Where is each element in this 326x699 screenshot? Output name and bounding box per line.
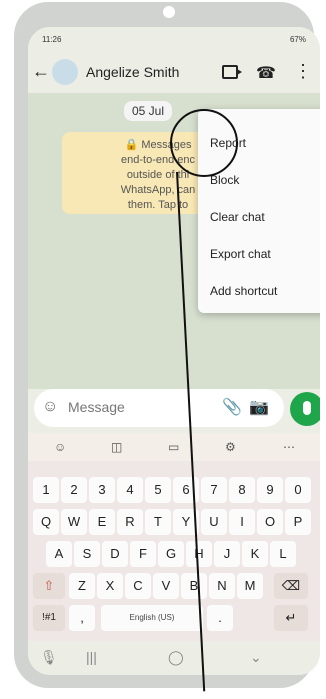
key-w[interactable]: W [61, 509, 87, 535]
emoji-icon[interactable]: ☺ [42, 398, 58, 416]
home-icon[interactable]: ◯ [168, 649, 184, 666]
key-r[interactable]: R [117, 509, 143, 535]
key-5[interactable]: 5 [145, 477, 171, 503]
key-x[interactable]: X [97, 573, 123, 599]
enter-key[interactable]: ↵ [274, 605, 308, 631]
message-placeholder[interactable]: Message [68, 399, 125, 415]
chat-header: ← Angelize Smith ☎ ⋮ [28, 51, 320, 93]
keyboard-sticker-icon[interactable]: ◫ [111, 440, 122, 454]
key-b[interactable]: B [181, 573, 207, 599]
phone-icon[interactable]: ☎ [256, 63, 276, 83]
key-9[interactable]: 9 [257, 477, 283, 503]
mic-button[interactable] [290, 392, 320, 426]
symbols-key[interactable]: !#1 [33, 605, 65, 631]
key-t[interactable]: T [145, 509, 171, 535]
key-8[interactable]: 8 [229, 477, 255, 503]
comma-key[interactable]: , [69, 605, 95, 631]
menu-add-shortcut[interactable]: Add shortcut [210, 284, 277, 298]
key-e[interactable]: E [89, 509, 115, 535]
key-k[interactable]: K [242, 541, 268, 567]
keyboard: 1 2 3 4 5 6 7 8 9 0 Q W E R T Y U I O P … [28, 461, 320, 641]
key-n[interactable]: N [209, 573, 235, 599]
key-d[interactable]: D [102, 541, 128, 567]
contact-name[interactable]: Angelize Smith [86, 64, 179, 80]
menu-clear-chat[interactable]: Clear chat [210, 210, 265, 224]
attach-icon[interactable]: 📎 [222, 397, 242, 417]
backspace-key[interactable]: ⌫ [274, 573, 308, 599]
screen: 11:26 67% ← Angelize Smith ☎ ⋮ 05 Jul 🔒 … [28, 27, 320, 675]
dot-key[interactable]: . [207, 605, 233, 631]
key-a[interactable]: A [46, 541, 72, 567]
key-q[interactable]: Q [33, 509, 59, 535]
status-time: 11:26 [42, 35, 62, 44]
status-bar: 11:26 67% [28, 27, 320, 51]
avatar[interactable] [52, 59, 78, 85]
key-f[interactable]: F [130, 541, 156, 567]
key-0[interactable]: 0 [285, 477, 311, 503]
key-m[interactable]: M [237, 573, 263, 599]
keyboard-more-icon[interactable]: ⋯ [283, 440, 295, 454]
key-v[interactable]: V [153, 573, 179, 599]
back-nav-icon[interactable]: ⌄ [250, 649, 262, 666]
annotation-circle [170, 109, 238, 177]
key-h[interactable]: H [186, 541, 212, 567]
key-l[interactable]: L [270, 541, 296, 567]
key-u[interactable]: U [201, 509, 227, 535]
status-battery: 67% [289, 35, 306, 44]
key-7[interactable]: 7 [201, 477, 227, 503]
key-2[interactable]: 2 [61, 477, 87, 503]
camera-icon[interactable]: 📷 [249, 397, 269, 417]
key-o[interactable]: O [257, 509, 283, 535]
nav-mic-icon[interactable]: 🎙 [40, 649, 58, 666]
key-g[interactable]: G [158, 541, 184, 567]
navigation-bar: 🎙 ||| ◯ ⌄ [28, 641, 320, 675]
recent-apps-icon[interactable]: ||| [86, 649, 97, 665]
keyboard-emoji-icon[interactable]: ☺ [54, 440, 66, 454]
message-composer[interactable]: ☺ Message 📎 📷 [34, 389, 284, 427]
space-key[interactable]: English (US) [101, 605, 203, 631]
video-call-icon[interactable] [222, 65, 242, 79]
keyboard-clipboard-icon[interactable]: ▭ [168, 440, 179, 454]
key-1[interactable]: 1 [33, 477, 59, 503]
key-j[interactable]: J [214, 541, 240, 567]
menu-export-chat[interactable]: Export chat [210, 247, 271, 261]
key-p[interactable]: P [285, 509, 311, 535]
keyboard-settings-icon[interactable]: ⚙ [225, 440, 236, 454]
key-z[interactable]: Z [69, 573, 95, 599]
front-camera [163, 6, 175, 18]
key-i[interactable]: I [229, 509, 255, 535]
back-icon[interactable]: ← [32, 61, 50, 82]
key-3[interactable]: 3 [89, 477, 115, 503]
key-c[interactable]: C [125, 573, 151, 599]
shift-key[interactable]: ⇧ [33, 573, 65, 599]
date-chip: 05 Jul [124, 101, 173, 121]
key-s[interactable]: S [74, 541, 100, 567]
keyboard-toolbar: ☺ ◫ ▭ ⚙ ⋯ [28, 433, 320, 461]
more-vertical-icon[interactable]: ⋮ [294, 61, 312, 82]
key-4[interactable]: 4 [117, 477, 143, 503]
